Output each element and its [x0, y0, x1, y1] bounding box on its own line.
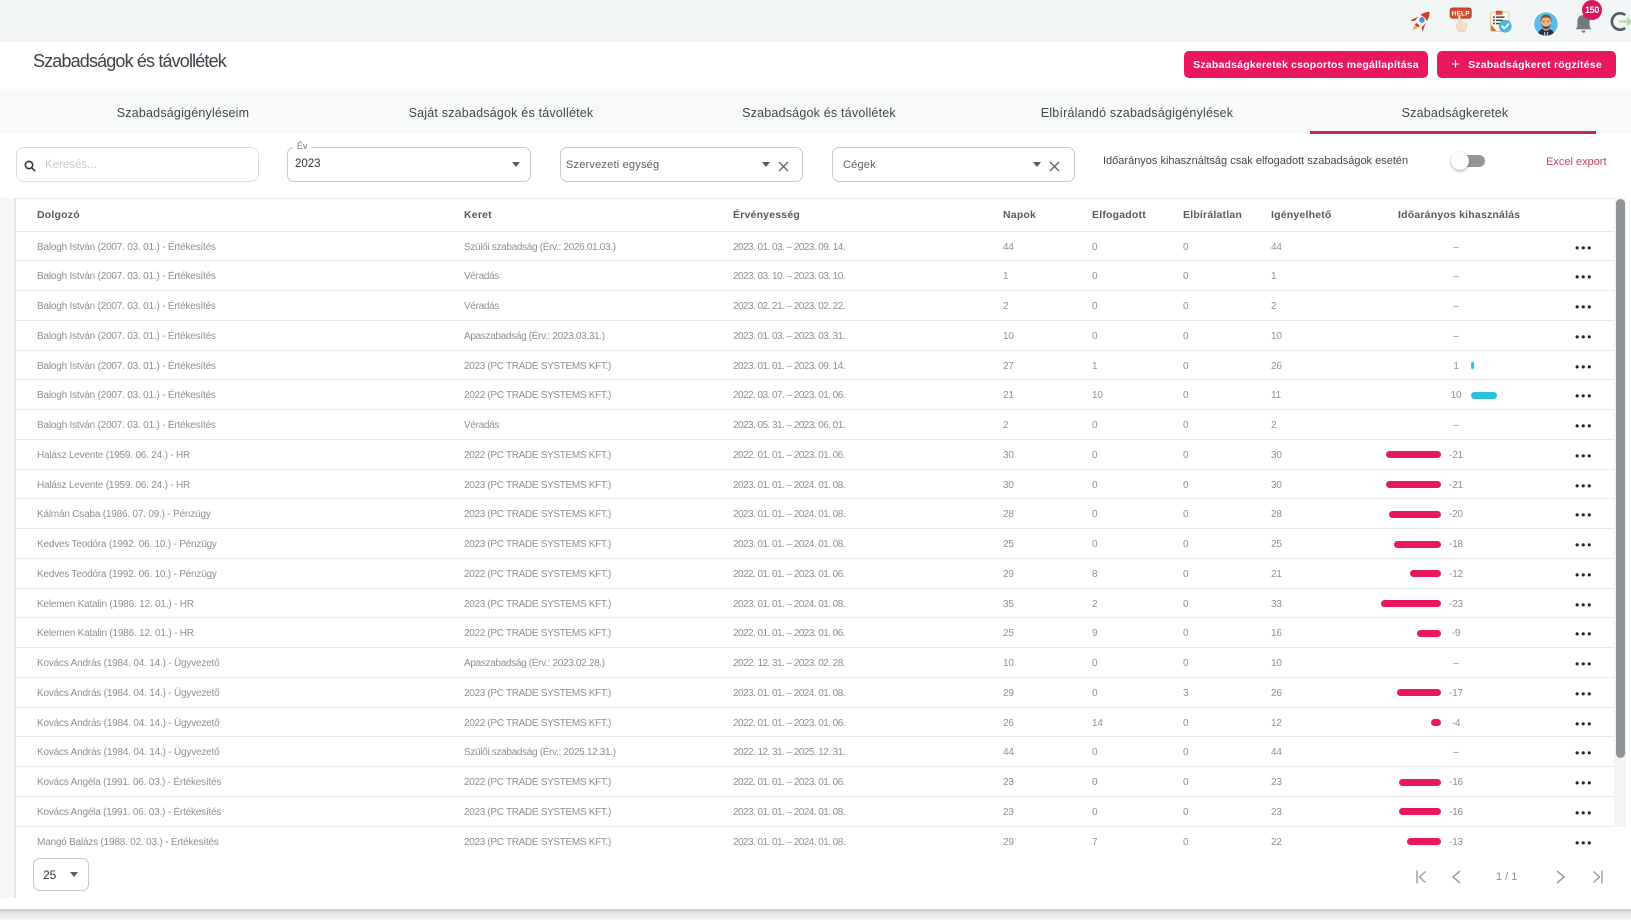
svg-text:HELP: HELP: [1452, 11, 1471, 18]
